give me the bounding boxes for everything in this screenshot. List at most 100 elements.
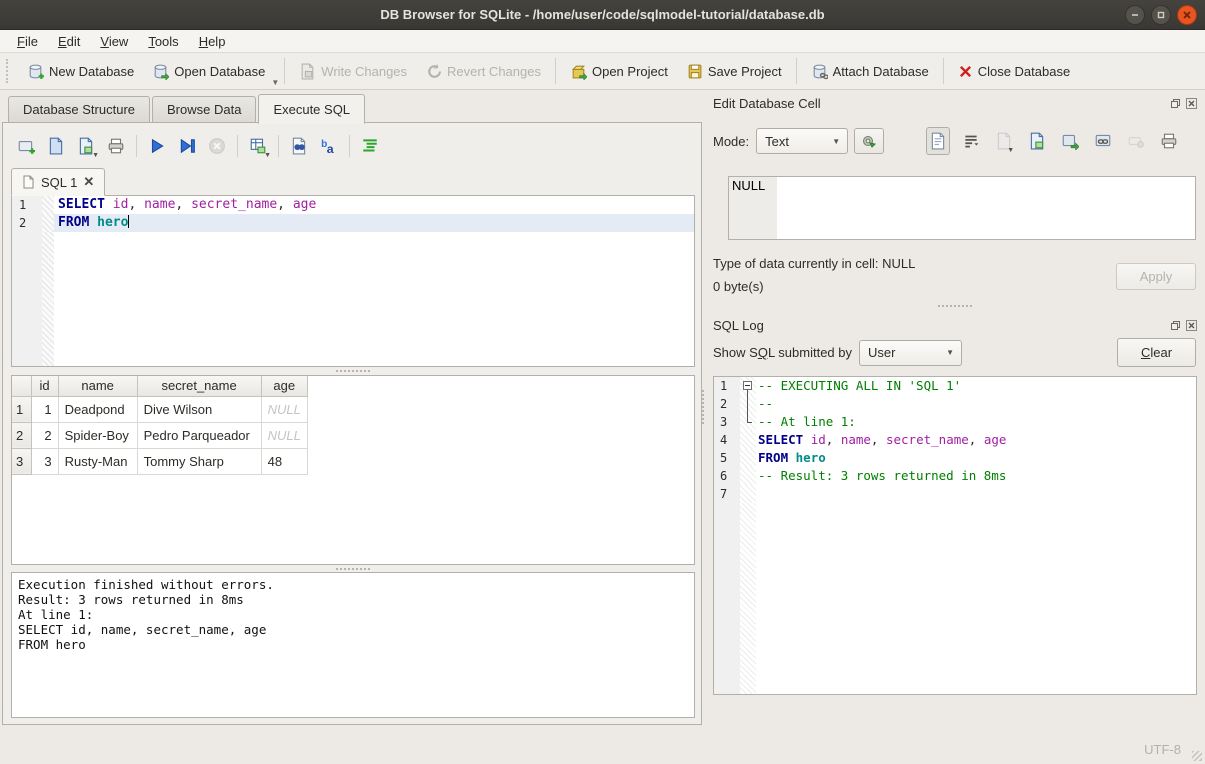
attach-database-button[interactable]: Attach Database	[802, 57, 938, 84]
float-dock-icon[interactable]	[1169, 97, 1181, 109]
apply-button[interactable]: Apply	[1116, 263, 1196, 290]
menu-bar: FileEditViewToolsHelp	[0, 30, 1205, 53]
menu-edit[interactable]: Edit	[49, 32, 89, 51]
format-sql-button[interactable]	[355, 132, 385, 160]
tab-database-structure[interactable]: Database Structure	[8, 96, 150, 123]
new-sql-tab-button[interactable]	[11, 132, 41, 160]
row-header[interactable]: 2	[12, 422, 31, 448]
open-sql-new-tab-button[interactable]: ▼	[71, 132, 101, 160]
log-line: 2--	[714, 395, 1196, 413]
sql-token: ,	[826, 432, 841, 447]
toolbar-drag-handle[interactable]	[6, 59, 12, 83]
line-number: 5	[714, 449, 740, 467]
close-button[interactable]	[1177, 5, 1197, 25]
chevron-down-icon[interactable]: ▼	[92, 152, 99, 159]
menu-help[interactable]: Help	[190, 32, 235, 51]
stop-icon	[208, 137, 226, 155]
chevron-down-icon[interactable]: ▼	[264, 152, 271, 159]
table-cell[interactable]: NULL	[261, 422, 307, 448]
sql-token	[105, 197, 113, 212]
find-button[interactable]	[284, 132, 314, 160]
toolbar-button-label: Revert Changes	[447, 64, 541, 79]
log-code	[756, 485, 1196, 503]
tab-execute-sql[interactable]: Execute SQL	[258, 94, 365, 124]
text-mode-button[interactable]	[926, 127, 950, 155]
link-button[interactable]	[1091, 127, 1115, 155]
table-cell[interactable]: NULL	[261, 396, 307, 422]
results-message-splitter[interactable]	[11, 566, 695, 571]
menu-view[interactable]: View	[91, 32, 137, 51]
word-wrap-button[interactable]	[959, 127, 983, 155]
table-cell[interactable]: 3	[31, 448, 58, 474]
maximize-button[interactable]	[1151, 5, 1171, 25]
open-project-button[interactable]: Open Project	[561, 57, 677, 84]
print-button[interactable]	[1157, 127, 1181, 155]
encoding-indicator[interactable]: UTF-8	[1144, 742, 1181, 757]
clear-log-button[interactable]: Clear	[1117, 338, 1196, 367]
log-line: 6-- Result: 3 rows returned in 8ms	[714, 467, 1196, 485]
execute-all-button[interactable]	[142, 132, 172, 160]
menu-file[interactable]: File	[8, 32, 47, 51]
table-cell[interactable]: Rusty-Man	[58, 448, 137, 474]
table-cell[interactable]: 1	[31, 396, 58, 422]
close-database-button[interactable]: Close Database	[949, 58, 1080, 84]
close-dock-icon[interactable]	[1185, 97, 1197, 109]
open-database-button[interactable]: Open Database	[143, 57, 274, 84]
sql-file-tab[interactable]: SQL 1 ✕	[11, 168, 105, 196]
export-button[interactable]	[1025, 127, 1049, 155]
editor-results-splitter[interactable]	[11, 368, 695, 373]
toolbar-separator	[237, 135, 238, 157]
close-dock-icon[interactable]	[1185, 319, 1197, 331]
font-button[interactable]: ba	[314, 132, 344, 160]
save-results-button[interactable]: ▼	[243, 132, 273, 160]
cell-editor[interactable]: NULL	[728, 176, 1196, 240]
table-cell[interactable]: Dive Wilson	[137, 396, 261, 422]
table-cell[interactable]: Tommy Sharp	[137, 448, 261, 474]
toolbar-separator	[943, 58, 944, 84]
new-database-button[interactable]: New Database	[18, 57, 143, 84]
menu-tools[interactable]: Tools	[139, 32, 187, 51]
open-sql-file-button[interactable]	[41, 132, 71, 160]
column-header-id[interactable]: id	[31, 376, 58, 396]
log-code: -- At line 1:	[756, 413, 1196, 431]
mode-label: Mode:	[713, 134, 749, 149]
results-grid: idnamesecret_nameage 11DeadpondDive Wils…	[11, 375, 695, 565]
fold-collapse-icon[interactable]	[743, 381, 752, 390]
table-cell[interactable]: Pedro Parqueador	[137, 422, 261, 448]
submitter-combobox[interactable]: User ▼	[859, 340, 962, 366]
column-header-name[interactable]: name	[58, 376, 137, 396]
corner-header[interactable]	[12, 376, 31, 396]
table-cell[interactable]: 2	[31, 422, 58, 448]
sql-log-view[interactable]: 1-- EXECUTING ALL IN 'SQL 1'2--3-- At li…	[713, 376, 1197, 695]
docks-splitter[interactable]	[713, 303, 1197, 308]
execute-line-button[interactable]	[172, 132, 202, 160]
table-cell[interactable]: Deadpond	[58, 396, 137, 422]
open-database-icon	[152, 62, 169, 79]
fold-margin[interactable]	[740, 377, 756, 395]
save-project-button[interactable]: Save Project	[677, 57, 791, 84]
row-header[interactable]: 1	[12, 396, 31, 422]
auto-switch-mode-button[interactable]	[854, 128, 884, 154]
fold-margin	[740, 431, 756, 449]
column-header-secret-name[interactable]: secret_name	[137, 376, 261, 396]
line-number: 6	[714, 467, 740, 485]
tab-browse-data[interactable]: Browse Data	[152, 96, 256, 123]
close-sql-tab-icon[interactable]: ✕	[83, 174, 94, 190]
table-cell[interactable]: 48	[261, 448, 307, 474]
line-number: 1	[714, 377, 740, 395]
print-button[interactable]	[101, 132, 131, 160]
column-header-age[interactable]: age	[261, 376, 307, 396]
table-cell[interactable]: Spider-Boy	[58, 422, 137, 448]
mode-combobox[interactable]: Text ▼	[756, 128, 848, 154]
minimize-button[interactable]	[1125, 5, 1145, 25]
chevron-down-icon[interactable]: ▼	[271, 78, 279, 89]
line-number: 7	[714, 485, 740, 503]
open-project-icon	[570, 62, 587, 79]
row-header[interactable]: 3	[12, 448, 31, 474]
line-number: 2	[714, 395, 740, 413]
float-dock-icon[interactable]	[1169, 319, 1181, 331]
resize-grip[interactable]	[1192, 751, 1202, 761]
sql-editor[interactable]: 1SELECT id, name, secret_name, age2FROM …	[11, 195, 695, 367]
toolbar-button-label: Save Project	[708, 64, 782, 79]
apply-cell-button[interactable]	[1058, 127, 1082, 155]
